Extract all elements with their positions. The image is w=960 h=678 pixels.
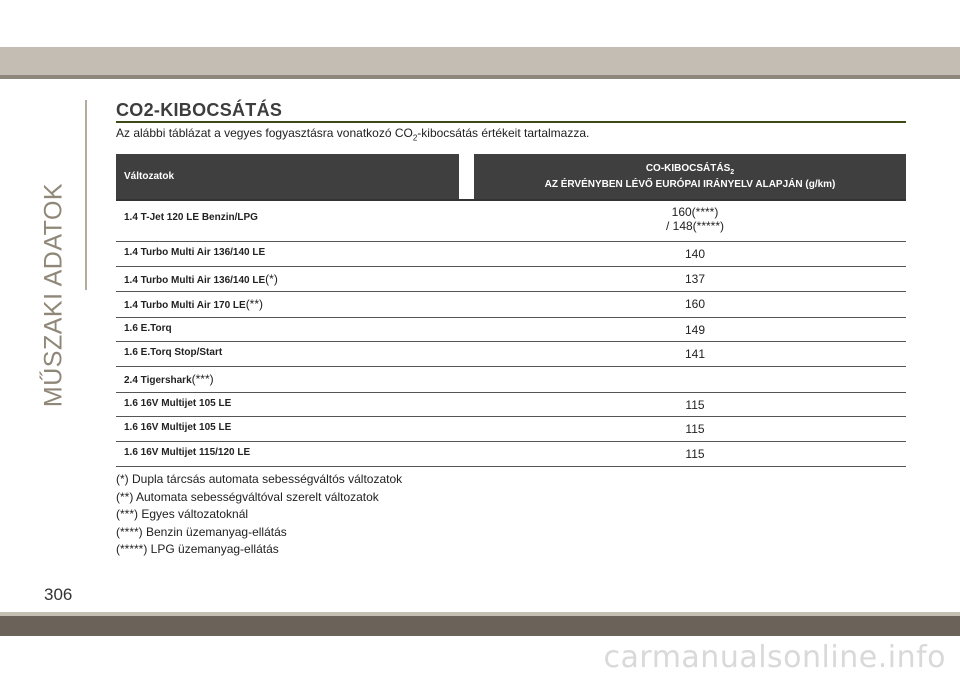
emission-value: 160(****)	[671, 205, 719, 219]
footnote: (*****) LPG üzemanyag-ellátás	[116, 542, 279, 557]
table-row-value: 115	[620, 447, 770, 461]
intro-before: Az alábbi táblázat a vegyes fogyasztásra…	[116, 126, 413, 140]
table-row-rule	[116, 392, 906, 393]
table-row-rule	[116, 341, 906, 342]
table-row-value: 137	[620, 272, 770, 286]
table-row-rule	[116, 317, 906, 318]
side-divider	[85, 100, 87, 290]
table-header-emissions: CO-KIBOCSÁTÁS2 AZ ÉRVÉNYBEN LÉVŐ EURÓPAI…	[474, 154, 906, 199]
variant-name: 1.6 E.Torq Stop/Start	[124, 347, 223, 358]
table-row-variant: 1.6 16V Multijet 105 LE	[124, 398, 231, 409]
page-heading: CO2-KIBOCSÁTÁS	[116, 100, 283, 120]
header-emissions-line1: CO-KIBOCSÁTÁS2	[646, 163, 734, 179]
emission-value: 137	[684, 272, 706, 286]
emission-value: 140	[684, 247, 706, 261]
variant-footnote-marker: (***)	[191, 372, 214, 386]
table-row-variant: 1.6 E.Torq	[124, 323, 172, 334]
intro-text: Az alábbi táblázat a vegyes fogyasztásra…	[116, 126, 589, 142]
table-row-rule	[116, 266, 906, 267]
heading-underline	[116, 121, 906, 123]
section-side-label: MŰSZAKI ADATOK	[39, 182, 68, 408]
table-row-value: 160	[620, 297, 770, 311]
table-row-rule	[116, 241, 906, 242]
table-header-variants: Változatok	[116, 154, 459, 199]
page-number: 306	[44, 585, 73, 604]
variant-name: 1.6 16V Multijet 105 LE	[124, 398, 232, 409]
table-row-value: 160(****)/ 148(*****)	[620, 205, 770, 233]
bottom-decorative-band	[0, 612, 960, 636]
variant-name: 2.4 Tigershark	[124, 375, 192, 386]
watermark-text: carmanualsonline.info	[603, 640, 946, 675]
table-row-variant: 1.4 Turbo Multi Air 136/140 LE	[124, 247, 265, 258]
emission-value: 115	[685, 398, 705, 412]
emission-value: 160	[684, 297, 706, 311]
footnote: (**) Automata sebességváltóval szerelt v…	[116, 489, 379, 504]
table-row-variant: 1.6 16V Multijet 115/120 LE	[124, 447, 250, 458]
table-row-value: 115	[620, 398, 770, 412]
table-row-variant: 1.6 16V Multijet 105 LE	[124, 422, 231, 433]
variant-name: 1.6 16V Multijet 105 LE	[124, 422, 232, 433]
emission-value: 115	[685, 447, 705, 461]
emission-value: 141	[684, 347, 706, 361]
variant-name: 1.4 Turbo Multi Air 136/140 LE	[124, 247, 266, 258]
variant-name: 1.6 E.Torq	[124, 323, 172, 334]
table-row-variant: 1.4 Turbo Multi Air 136/140 LE(*)	[124, 272, 278, 286]
header-emissions-line2: AZ ÉRVÉNYBEN LÉVŐ EURÓPAI IRÁNYELV ALAPJ…	[544, 178, 836, 190]
table-row-rule	[116, 466, 906, 467]
table-row-variant: 1.4 T-Jet 120 LE Benzin/LPG	[124, 212, 258, 223]
variant-name: 1.4 T-Jet 120 LE Benzin/LPG	[124, 212, 258, 223]
table-row-variant: 1.4 Turbo Multi Air 170 LE(**)	[124, 297, 263, 311]
table-row-rule	[116, 291, 906, 292]
variant-name: 1.6 16V Multijet 115/120 LE	[124, 447, 251, 458]
table-row-value: 115	[620, 422, 770, 436]
variant-name: 1.4 Turbo Multi Air 170 LE	[124, 300, 246, 311]
footnotes: (*) Dupla tárcsás automata sebességváltó…	[116, 471, 402, 559]
header-emissions-sub: 2	[730, 168, 735, 176]
emission-value-secondary: / 148(*****)	[665, 219, 725, 233]
header-variants-label: Változatok	[124, 171, 175, 182]
emission-value: 149	[684, 323, 706, 337]
footnote: (****) Benzin üzemanyag-ellátás	[116, 524, 287, 539]
footnote: (***) Egyes változatoknál	[116, 507, 249, 522]
table-row-variant: 2.4 Tigershark(***)	[124, 372, 214, 386]
intro-after: -kibocsátás értékeit tartalmazza.	[417, 126, 590, 140]
variant-footnote-marker: (**)	[245, 297, 264, 311]
table-header-rule	[116, 199, 906, 201]
table-row-rule	[116, 416, 906, 417]
footnote: (*) Dupla tárcsás automata sebességváltó…	[116, 472, 403, 486]
table-row-variant: 1.6 E.Torq Stop/Start	[124, 347, 222, 358]
emission-value: 115	[685, 422, 705, 436]
table-row-rule	[116, 366, 906, 367]
table-row-rule	[116, 441, 906, 442]
table-row-value: 149	[620, 323, 770, 337]
table-row-value: 141	[620, 347, 770, 361]
header-emissions-title: CO-KIBOCSÁTÁS	[645, 162, 731, 174]
variant-footnote-marker: (*)	[265, 272, 278, 286]
top-decorative-band	[0, 47, 960, 79]
table-row-value: 140	[620, 247, 770, 261]
variant-name: 1.4 Turbo Multi Air 136/140 LE	[124, 275, 266, 286]
